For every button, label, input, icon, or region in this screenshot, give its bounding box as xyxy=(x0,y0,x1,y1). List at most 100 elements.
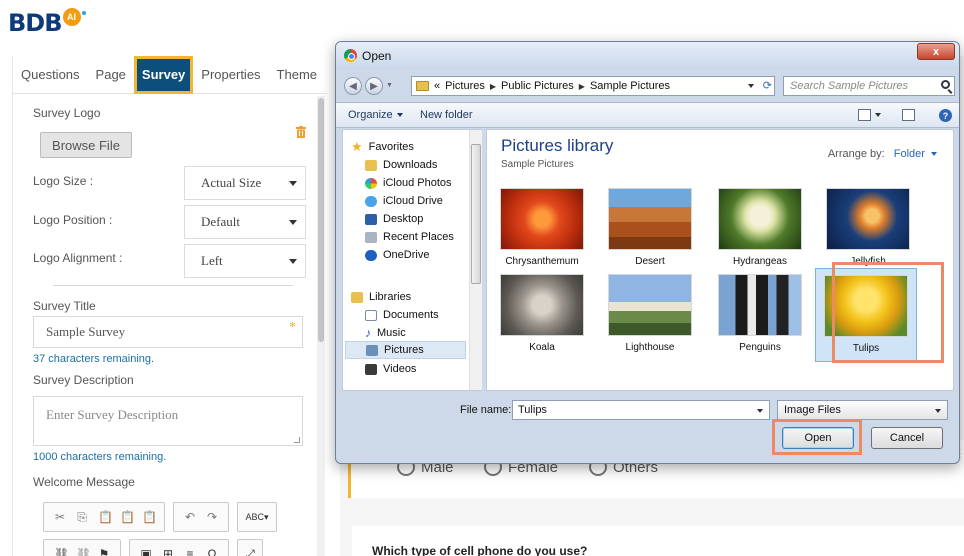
survey-description-hint: 1000 characters remaining. xyxy=(33,451,167,463)
undo-icon[interactable]: ↶ xyxy=(184,510,196,524)
breadcrumb-sample-pictures[interactable]: Sample Pictures xyxy=(590,80,670,92)
paste-icon[interactable]: 📋 xyxy=(98,510,113,524)
maximize-icon[interactable]: ⤢ xyxy=(244,547,256,556)
tab-questions[interactable]: Questions xyxy=(13,56,88,94)
panel-scrollbar[interactable] xyxy=(317,96,325,556)
file-penguins[interactable]: Penguins xyxy=(709,274,811,353)
chevron-down-icon[interactable] xyxy=(748,84,754,88)
anchor-flag-icon[interactable]: ⚑ xyxy=(98,547,110,556)
nav-item-icloud-drive[interactable]: iCloud Drive xyxy=(365,192,443,210)
copy-icon[interactable]: ⎘ xyxy=(76,510,88,525)
toolbar-group-clipboard: ✂ ⎘ 📋 📋 📋 xyxy=(43,502,165,532)
change-view-icon[interactable] xyxy=(858,109,871,121)
file-name: Desert xyxy=(635,256,665,267)
navigation-pane: ★ Favorites Downloads iCloud Photos iClo… xyxy=(342,129,482,391)
file-type-select[interactable]: Image Files xyxy=(777,400,948,420)
refresh-icon[interactable]: ⟳ xyxy=(763,79,772,92)
back-arrow-icon[interactable]: ◀ xyxy=(344,77,362,95)
survey-description-textarea[interactable]: Enter Survey Description xyxy=(33,396,303,446)
file-chrysanthemum[interactable]: Chrysanthemum xyxy=(491,188,593,267)
file-koala[interactable]: Koala xyxy=(491,274,593,353)
forward-arrow-icon[interactable]: ▶ xyxy=(365,77,383,95)
address-bar[interactable]: « Pictures ▶ Public Pictures ▶ Sample Pi… xyxy=(411,76,775,96)
survey-title-hint: 37 characters remaining. xyxy=(33,353,155,365)
panel-scrollbar-thumb[interactable] xyxy=(318,98,324,342)
trash-icon[interactable] xyxy=(296,126,306,138)
arrange-label: Arrange by: xyxy=(827,148,885,160)
special-char-icon[interactable]: Ω xyxy=(206,547,218,556)
table-icon[interactable]: ⊞ xyxy=(162,547,174,556)
breadcrumb-pictures[interactable]: Pictures xyxy=(445,80,485,92)
tab-page[interactable]: Page xyxy=(88,56,134,94)
file-name-value: Tulips xyxy=(518,404,547,416)
library-subtitle: Sample Pictures xyxy=(501,159,574,170)
image-icon[interactable]: ▣ xyxy=(140,547,152,556)
redo-icon[interactable]: ↷ xyxy=(206,510,218,524)
logo-position-select[interactable]: Default xyxy=(184,205,306,239)
organize-menu[interactable]: Organize xyxy=(348,109,403,121)
survey-description-label: Survey Description xyxy=(33,373,134,387)
recent-locations-icon[interactable]: ▼ xyxy=(386,82,393,89)
cut-icon[interactable]: ✂ xyxy=(54,510,66,524)
help-icon[interactable]: ? xyxy=(939,109,952,122)
nav-item-documents[interactable]: Documents xyxy=(365,306,439,324)
pictures-icon xyxy=(366,344,378,356)
search-input[interactable]: Search Sample Pictures xyxy=(783,76,955,96)
logo-alignment-select[interactable]: Left xyxy=(184,244,306,278)
nav-item-label: Videos xyxy=(383,363,417,375)
bdb-logo: BDB AI xyxy=(8,6,86,40)
tab-properties[interactable]: Properties xyxy=(193,56,268,94)
preview-pane-icon[interactable] xyxy=(902,109,915,121)
new-folder-button[interactable]: New folder xyxy=(420,109,473,121)
nav-item-icloud-photos[interactable]: iCloud Photos xyxy=(365,174,452,192)
file-name-input[interactable]: Tulips xyxy=(512,400,770,420)
close-button[interactable]: x xyxy=(917,43,955,60)
breadcrumb-separator-icon: ▶ xyxy=(578,81,585,91)
unlink-icon[interactable]: ⛓ xyxy=(76,547,91,556)
toolbar-group-view: ⤢ xyxy=(237,539,263,556)
browse-file-button[interactable]: Browse File xyxy=(40,132,132,158)
divider xyxy=(53,285,293,286)
file-desert[interactable]: Desert xyxy=(599,188,701,267)
nav-scrollbar-thumb[interactable] xyxy=(471,144,481,284)
logo-size-select[interactable]: Actual Size xyxy=(184,166,306,200)
logo-alignment-value: Left xyxy=(201,253,223,268)
nav-item-videos[interactable]: Videos xyxy=(365,360,416,378)
chevron-down-icon[interactable] xyxy=(931,152,937,157)
nav-libraries[interactable]: Libraries xyxy=(351,288,411,306)
toolbar-group-links: ⛓ ⛓ ⚑ xyxy=(43,539,121,556)
nav-item-desktop[interactable]: Desktop xyxy=(365,210,423,228)
nav-item-downloads[interactable]: Downloads xyxy=(365,156,437,174)
star-icon: ★ xyxy=(351,139,363,154)
required-star-icon: * xyxy=(289,320,296,335)
panel-body: Survey Logo Browse File Logo Size : Actu… xyxy=(13,94,316,556)
dialog-titlebar[interactable]: Open x xyxy=(336,42,959,70)
paste-text-icon[interactable]: 📋 xyxy=(120,510,135,524)
tab-survey[interactable]: Survey xyxy=(133,55,194,94)
nav-favorites[interactable]: ★ Favorites xyxy=(351,138,414,156)
nav-scrollbar[interactable] xyxy=(469,130,482,390)
cancel-button[interactable]: Cancel xyxy=(871,427,943,449)
arrange-value[interactable]: Folder xyxy=(894,148,925,160)
paste-word-icon[interactable]: 📋 xyxy=(142,510,157,524)
survey-title-value: Sample Survey xyxy=(46,324,126,339)
chevron-down-icon[interactable] xyxy=(875,113,881,117)
chevron-down-icon xyxy=(935,409,941,413)
nav-item-music[interactable]: ♪ Music xyxy=(365,324,406,342)
nav-item-pictures[interactable]: Pictures xyxy=(345,341,466,359)
file-lighthouse[interactable]: Lighthouse xyxy=(599,274,701,353)
resize-grip-icon[interactable] xyxy=(294,437,300,443)
file-hydrangeas[interactable]: Hydrangeas xyxy=(709,188,811,267)
file-name-label: File name: xyxy=(460,404,512,416)
survey-title-input[interactable]: Sample Survey * xyxy=(33,316,303,348)
link-icon[interactable]: ⛓ xyxy=(54,547,69,556)
nav-item-recent-places[interactable]: Recent Places xyxy=(365,228,454,246)
chevron-down-icon[interactable] xyxy=(757,409,763,413)
spellcheck-icon[interactable]: ABC▾ xyxy=(244,512,270,523)
breadcrumb-public-pictures[interactable]: Public Pictures xyxy=(501,80,574,92)
file-jellyfish[interactable]: Jellyfish xyxy=(817,188,919,267)
tab-theme[interactable]: Theme xyxy=(269,56,325,94)
horizontal-line-icon[interactable]: ≡ xyxy=(184,547,196,556)
nav-item-onedrive[interactable]: OneDrive xyxy=(365,246,429,264)
search-icon[interactable] xyxy=(941,80,950,89)
